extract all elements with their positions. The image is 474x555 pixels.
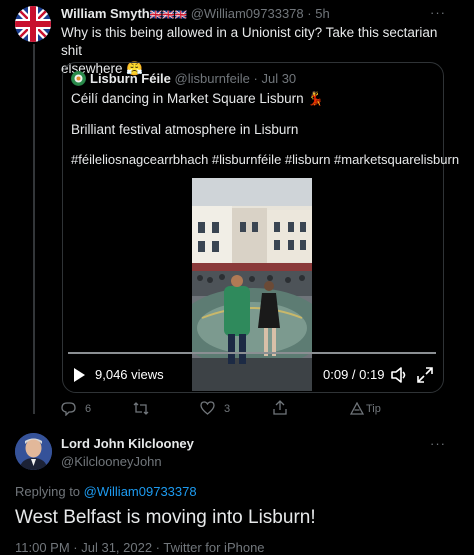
reply-author-name[interactable]: Lord John Kilclooney [61,436,194,451]
more-options-button[interactable]: ··· [430,5,446,20]
lord-john-kilclooney-avatar[interactable] [15,433,52,470]
like-icon[interactable] [200,401,215,415]
tip-icon[interactable] [350,402,364,415]
video-views: 9,046 views [95,367,164,382]
video-progress-track[interactable] [68,352,436,354]
quoted-text-line-1: Céilí dancing in Market Square Lisburn [71,91,304,106]
author-flags: 🇬🇧🇬🇧🇬🇧 [149,10,188,21]
dancer-emoji: 💃 [307,91,325,106]
fullscreen-icon[interactable] [416,366,434,384]
share-icon[interactable] [273,400,287,415]
separator-dot: · [307,6,312,21]
quoted-tweet-hashtags[interactable]: #féileliosnagcearrbhach #lisburnféile #l… [71,151,459,169]
tweet-text-line-1: Why is this being allowed in a Unionist … [61,25,438,58]
thread-connector-line [33,44,35,414]
quoted-separator-dot: · [253,71,258,86]
william-smyth-avatar[interactable] [15,6,51,42]
author-name[interactable]: William Smyth [61,6,150,21]
quoted-author-handle[interactable]: @lisburnfeile [175,71,250,86]
reply-icon[interactable] [61,401,76,416]
replying-to-prefix: Replying to [15,484,81,499]
reply-count: 6 [85,403,92,415]
quoted-tweet-time[interactable]: Jul 30 [261,71,296,86]
tweet-time[interactable]: 5h [315,6,329,21]
video-player[interactable]: 9,046 views 0:09 / 0:19 [68,178,436,391]
replying-to-line: Replying to @William09733378 [15,484,197,499]
quoted-tweet-line-1: Céilí dancing in Market Square Lisburn 💃 [71,90,436,108]
reply-text: West Belfast is moving into Lisburn! [15,507,316,528]
tweet-header: William Smyth🇬🇧🇬🇧🇬🇧 @William09733378 · 5… [61,6,330,21]
retweet-icon[interactable] [133,401,149,416]
quoted-tweet-header: Lisburn Féile @lisburnfeile · Jul 30 [90,71,296,86]
union-flag-avatar-image [15,6,51,42]
quoted-tweet-line-2: Brilliant festival atmosphere in Lisburn [71,122,299,137]
reply-meta[interactable]: 11:00 PM · Jul 31, 2022 · Twitter for iP… [15,540,265,555]
tip-label[interactable]: Tip [366,403,381,415]
author-handle[interactable]: @William09733378 [191,6,304,21]
reply-author-handle[interactable]: @KilclooneyJohn [61,454,162,469]
market-square-dancing-image [192,178,312,391]
reply-more-options-button[interactable]: ··· [430,436,446,451]
volume-icon[interactable] [390,366,408,384]
video-time: 0:09 / 0:19 [323,367,385,382]
replying-to-link[interactable]: @William09733378 [84,484,197,499]
like-count: 3 [224,403,231,415]
play-icon[interactable] [72,367,86,383]
video-thumbnail [192,178,312,391]
lisburn-feile-logo-icon [71,71,86,86]
portrait-photo [15,433,52,470]
lisburn-feile-avatar[interactable] [71,71,86,86]
quoted-author-name[interactable]: Lisburn Féile [90,71,171,86]
